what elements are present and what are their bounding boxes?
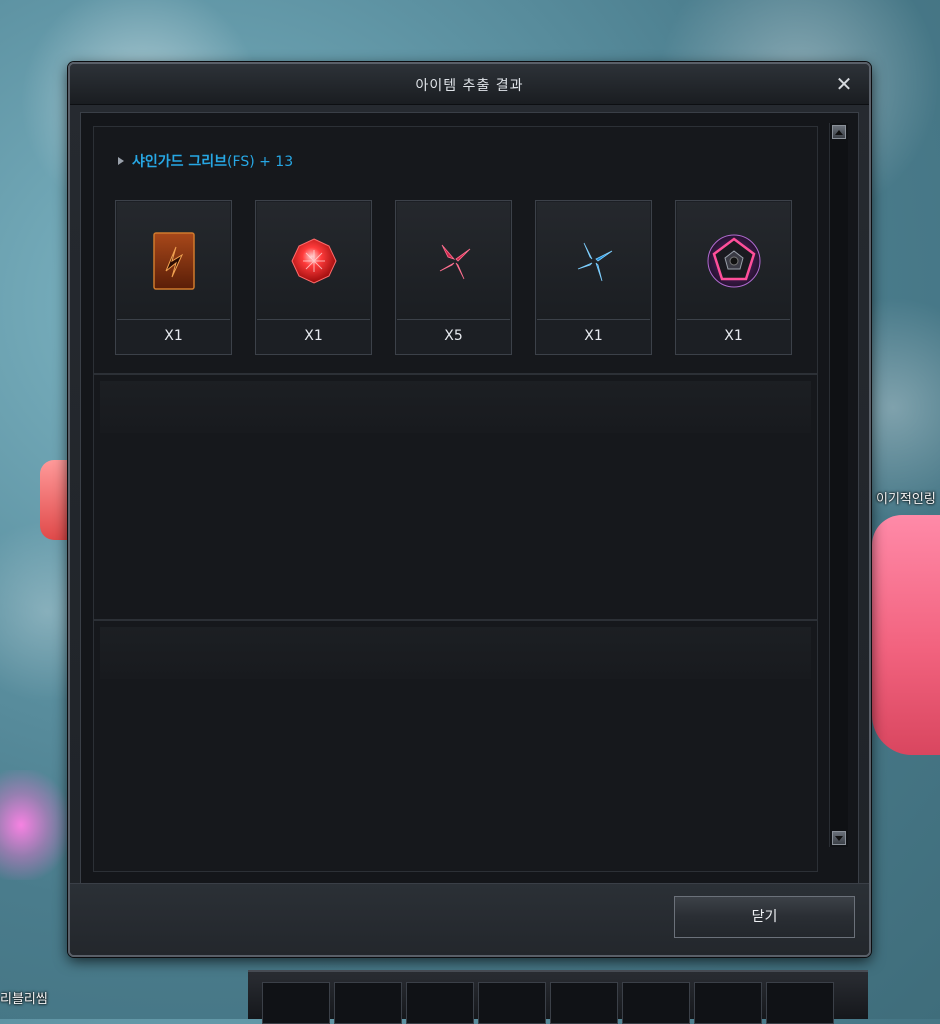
dialog-title: 아이템 추출 결과	[415, 78, 524, 94]
title-bar[interactable]: 아이템 추출 결과 ✕	[70, 64, 869, 105]
item-quantity: X1	[724, 328, 743, 344]
hotbar-slot[interactable]	[478, 982, 546, 1024]
pentagon-seal-icon	[707, 234, 760, 287]
close-button[interactable]: 닫기	[674, 896, 855, 938]
red-crystal-shard-icon	[439, 244, 470, 279]
extracted-items: X1 X1 X5 X1 X1	[115, 200, 792, 355]
item-name: 샤인가드 그리브	[132, 154, 228, 170]
scrollbar[interactable]	[829, 123, 848, 847]
hotbar-slot[interactable]	[694, 982, 762, 1024]
hotbar	[248, 970, 868, 1024]
item-slot[interactable]: X5	[395, 200, 512, 355]
player-nameplate-right: 이기적인링	[876, 492, 936, 507]
item-slot[interactable]: X1	[255, 200, 372, 355]
hotbar-slot[interactable]	[262, 982, 330, 1024]
item-slot[interactable]: X1	[675, 200, 792, 355]
hotbar-slot[interactable]	[334, 982, 402, 1024]
rune-card-icon	[152, 231, 195, 290]
result-entry-empty	[93, 374, 818, 620]
hotbar-slot[interactable]	[766, 982, 834, 1024]
triangle-bullet-icon	[118, 157, 124, 165]
character-right	[872, 515, 940, 755]
item-enhancement: (FS) + 13	[227, 154, 294, 170]
arrow-down-icon	[835, 835, 843, 841]
close-icon[interactable]: ✕	[833, 73, 855, 95]
item-slot[interactable]: X1	[115, 200, 232, 355]
item-quantity: X1	[584, 328, 603, 344]
character-left	[40, 460, 70, 540]
blue-crystal-shard-icon	[577, 242, 612, 281]
scroll-up-button[interactable]	[832, 125, 846, 139]
hotbar-slot[interactable]	[406, 982, 474, 1024]
item-extraction-dialog: 아이템 추출 결과 ✕ 샤인가드 그리브(FS) + 13 X1 X1 X5 X…	[68, 62, 871, 957]
result-entry-empty	[93, 620, 818, 872]
arrow-up-icon	[835, 129, 843, 135]
item-quantity: X5	[444, 328, 463, 344]
item-slot[interactable]: X1	[535, 200, 652, 355]
item-quantity: X1	[304, 328, 323, 344]
result-entry: 샤인가드 그리브(FS) + 13 X1 X1 X5 X1 X1	[93, 126, 818, 374]
player-nameplate-left: 리블리씸	[0, 992, 48, 1007]
pink-glow-effect	[0, 770, 70, 880]
item-title: 샤인가드 그리브(FS) + 13	[118, 151, 293, 171]
hotbar-slot[interactable]	[622, 982, 690, 1024]
item-quantity: X1	[164, 328, 183, 344]
results-panel: 샤인가드 그리브(FS) + 13 X1 X1 X5 X1 X1	[80, 112, 859, 884]
results-list: 샤인가드 그리브(FS) + 13 X1 X1 X5 X1 X1	[93, 126, 818, 872]
red-gem-icon	[290, 237, 337, 284]
dialog-footer: 닫기	[70, 883, 869, 955]
hotbar-slot[interactable]	[550, 982, 618, 1024]
scroll-down-button[interactable]	[832, 831, 846, 845]
